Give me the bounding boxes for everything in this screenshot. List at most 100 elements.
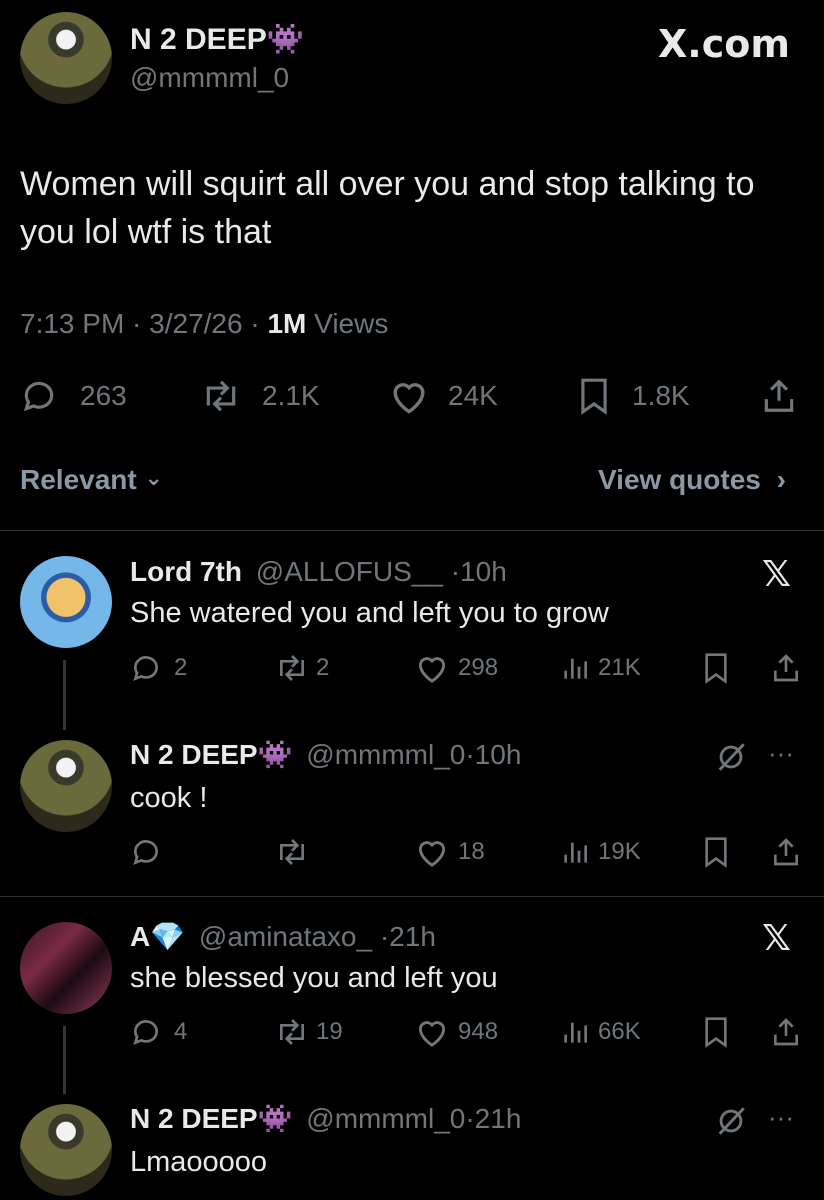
like-count: 298 [458,654,499,681]
like-button[interactable]: 18 [414,836,485,868]
divider [0,530,824,531]
reply-text: cook ! [130,782,208,814]
repost-button[interactable] [274,836,316,868]
repost-count: 2.1K [262,380,320,411]
reply-button[interactable]: 2 [130,652,187,684]
bookmark-button[interactable] [702,836,730,868]
post-text-line-2: you lol wtf is that [20,213,272,251]
divider [0,896,824,897]
bookmark-button[interactable] [702,1016,730,1048]
reply-header: A💎 @aminataxo_ ·21h [130,920,436,953]
reply-author-emoji: 💎 [150,921,186,952]
reply-header: N 2 DEEP👾 @mmmml_0·10h [130,738,521,771]
views-button[interactable]: 21K [560,652,641,684]
reply-author-emoji: 👾 [257,1103,293,1134]
share-icon [770,652,802,684]
more-options-icon[interactable]: ··· [768,738,794,769]
reply-header: Lord 7th @ALLOFUS__ ·10h [130,556,507,588]
share-button[interactable] [770,652,802,684]
like-count: 948 [458,1018,499,1045]
reply-author-name[interactable]: N 2 DEEP [130,739,258,770]
repost-icon [274,836,310,868]
reply-time[interactable]: ·21h [465,1103,521,1134]
reply-time[interactable]: ·10h [465,739,521,770]
sort-label: Relevant [20,464,137,495]
sort-dropdown[interactable]: Relevant ⌄ [20,464,163,496]
reply-author-handle[interactable]: @mmmml_0 [306,1103,465,1134]
post-time[interactable]: 7:13 PM · 3/27/26 · [20,308,267,339]
reply-author-handle[interactable]: @mmmml_0 [306,739,465,770]
bookmark-icon [702,1016,730,1048]
share-button[interactable] [760,377,798,415]
heart-icon [414,836,450,868]
reply-action-bar: 4 19 948 66K [130,1016,804,1052]
views-count: 19K [598,838,641,865]
reply-icon [130,652,162,684]
reply-avatar[interactable] [20,922,112,1014]
bookmark-icon [702,836,730,868]
reply-count: 2 [174,654,188,681]
heart-icon [414,652,450,684]
views-count: 66K [598,1018,641,1045]
reply-author-handle[interactable]: @ALLOFUS__ [256,556,443,587]
reply-author-emoji: 👾 [257,739,293,770]
repost-button[interactable]: 2.1K [200,377,320,415]
site-watermark: X.com [658,22,790,66]
views-button[interactable]: 19K [560,836,641,868]
post-text: Women will squirt all over you and stop … [20,160,810,256]
views-count: 21K [598,654,641,681]
like-count: 24K [448,380,498,411]
grok-icon[interactable] [714,1104,748,1138]
bookmark-icon [702,652,730,684]
post-meta: 7:13 PM · 3/27/26 · 1M Views [20,308,388,340]
reply-action-bar: 2 2 298 21K [130,652,804,688]
thread-line [63,1026,66,1094]
reply-time[interactable]: ·21h [380,921,436,952]
reply-button[interactable]: 4 [130,1016,187,1048]
bookmark-icon [576,377,612,415]
repost-button[interactable]: 2 [274,652,329,684]
post-action-bar: 263 2.1K 24K 1.8K [20,375,804,419]
reply-count: 263 [80,380,127,411]
views-button[interactable]: 66K [560,1016,641,1048]
author-emoji: 👾 [266,23,305,56]
reply-avatar[interactable] [20,740,112,832]
reply-author-handle[interactable]: @aminataxo_ [199,921,372,952]
bookmark-button[interactable]: 1.8K [576,377,690,415]
reply-author-name[interactable]: Lord 7th [130,556,242,587]
reply-author-name[interactable]: N 2 DEEP [130,1103,258,1134]
reply-text: Lmaooooo [130,1146,268,1178]
repost-button[interactable]: 19 [274,1016,343,1048]
view-quotes-link[interactable]: View quotes › [598,464,786,496]
reply-action-bar: 18 19K [130,836,804,872]
bookmark-count: 1.8K [632,380,690,411]
x-logo-icon: 𝕏 [762,918,792,959]
reply-button[interactable] [130,836,174,868]
share-icon [770,836,802,868]
bookmark-button[interactable] [702,652,730,684]
reply-header: N 2 DEEP👾 @mmmml_0·21h [130,1102,521,1135]
analytics-icon [560,652,590,684]
reply-text: She watered you and left you to grow [130,597,609,629]
chevron-right-icon: › [776,464,786,495]
repost-count: 19 [316,1018,343,1045]
reply-avatar[interactable] [20,1104,112,1196]
reply-avatar[interactable] [20,556,112,648]
share-button[interactable] [770,836,802,868]
post-views-count: 1M [267,308,307,339]
author-name[interactable]: N 2 DEEP [130,23,267,56]
like-button[interactable]: 948 [414,1016,498,1048]
share-button[interactable] [770,1016,802,1048]
like-button[interactable]: 24K [388,377,498,415]
author-handle[interactable]: @mmmml_0 [130,62,289,94]
grok-icon[interactable] [714,740,748,774]
reply-author-name[interactable]: A [130,921,150,952]
author-avatar[interactable] [20,12,112,104]
analytics-icon [560,1016,590,1048]
more-options-icon[interactable]: ··· [768,1102,794,1133]
author-name-row[interactable]: N 2 DEEP👾 [130,22,304,57]
reply-time[interactable]: ·10h [451,556,507,587]
reply-button[interactable]: 263 [20,377,127,415]
repost-icon [274,1016,310,1048]
like-button[interactable]: 298 [414,652,498,684]
